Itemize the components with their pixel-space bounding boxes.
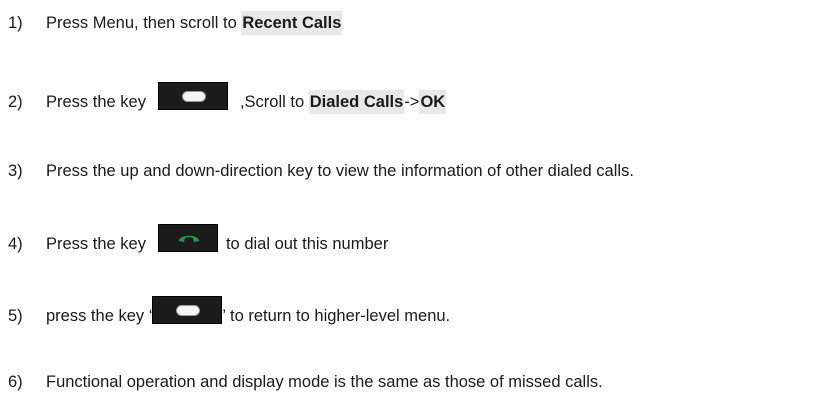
step-text: Functional operation and display mode is… (46, 373, 603, 391)
menu-term-ok: OK (419, 90, 447, 114)
step-text: -> (404, 93, 420, 111)
step-text: Press the key (46, 93, 146, 111)
soft-key-icon (157, 82, 228, 110)
step-1: 1) Press Menu, then scroll to Recent Cal… (8, 11, 343, 35)
step-number: 4) (8, 235, 23, 253)
menu-term-recent-calls: Recent Calls (241, 11, 343, 35)
call-key-icon (157, 224, 218, 252)
step-number: 2) (8, 93, 23, 111)
step-5: 5) press the key ‘ ’ to return to higher… (8, 296, 451, 328)
step-2: 2) Press the key ,Scroll to Dialed Calls… (8, 82, 447, 114)
step-6: 6) Functional operation and display mode… (8, 370, 603, 394)
step-3: 3) Press the up and down-direction key t… (8, 159, 634, 183)
step-text: Press the key (46, 235, 146, 253)
step-number: 6) (8, 373, 23, 391)
step-number: 5) (8, 307, 23, 325)
step-number: 3) (8, 162, 23, 180)
step-text: Press the up and down-direction key to v… (46, 162, 634, 180)
step-4: 4) Press the key to dial out this number (8, 224, 389, 256)
menu-term-dialed-calls: Dialed Calls (308, 90, 405, 114)
step-number: 1) (8, 14, 23, 32)
step-text: press the key ‘ (46, 307, 153, 325)
step-text: Press Menu, then scroll to (46, 14, 242, 32)
step-text: ’ to return to higher-level menu. (222, 307, 451, 325)
soft-key-icon (152, 296, 223, 324)
step-text: to dial out this number (225, 235, 389, 253)
step-text: ,Scroll to (239, 93, 309, 111)
